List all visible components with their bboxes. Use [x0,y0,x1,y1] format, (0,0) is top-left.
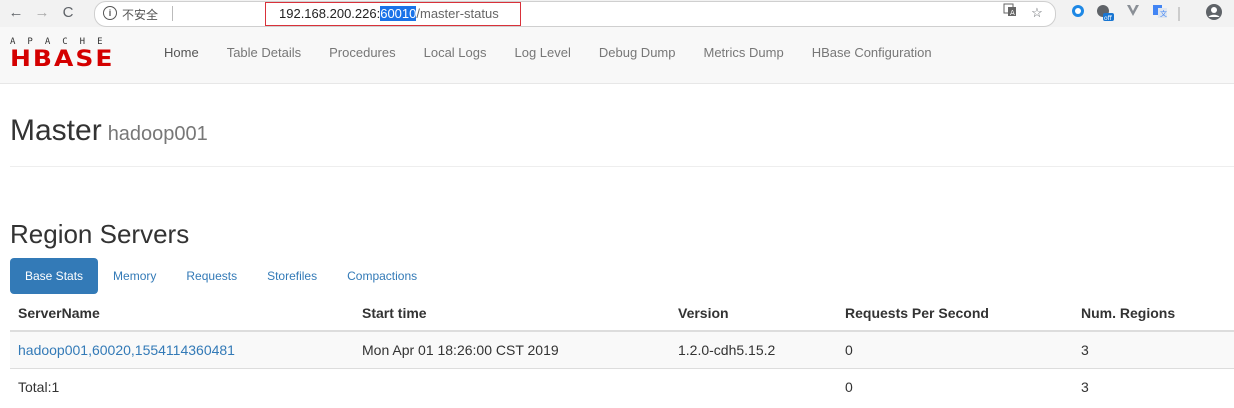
cell-version: 1.2.0-cdh5.15.2 [670,330,837,369]
tab-requests[interactable]: Requests [171,258,252,294]
star-icon[interactable]: ☆ [1027,3,1047,23]
page-title-text: Master [10,114,102,147]
reload-icon[interactable]: C [58,3,78,23]
nav-local-logs[interactable]: Local Logs [410,27,501,83]
nav-debug-dump[interactable]: Debug Dump [585,27,690,83]
translate-icon[interactable]: A [1000,3,1020,23]
info-icon[interactable]: i [103,6,117,20]
cell-empty [670,368,837,405]
browser-toolbar: ← → C i 不安全 192.168.200.226:60010/master… [0,0,1234,28]
col-version: Version [670,295,837,332]
cell-servername: hadoop001,60020,1554114360481 [10,330,354,369]
profile-icon[interactable] [1204,3,1224,23]
nav-hbase-configuration[interactable]: HBase Configuration [798,27,946,83]
cell-total-regions: 3 [1073,368,1234,405]
cell-regions: 3 [1073,330,1234,369]
table-header-row: ServerName Start time Version Requests P… [10,295,1234,332]
region-servers-table: ServerName Start time Version Requests P… [10,295,1234,405]
extension-icon[interactable] [1068,3,1088,23]
logo-hbase-text: HBASE [10,45,115,72]
toolbar-divider [1178,7,1180,21]
insecure-label[interactable]: 不安全 [122,6,158,23]
cell-total-rps: 0 [837,368,1073,405]
cell-start-time: Mon Apr 01 18:26:00 CST 2019 [354,330,670,369]
region-server-tabs: Base Stats Memory Requests Storefiles Co… [10,258,432,294]
google-translate-icon[interactable]: 文 [1150,3,1170,23]
url-host: 192.168.200.226: [279,6,381,21]
header-divider [10,166,1234,167]
table-total-row: Total:1 0 3 [10,368,1234,405]
col-num-regions: Num. Regions [1073,295,1234,332]
tab-memory[interactable]: Memory [98,258,171,294]
tab-storefiles[interactable]: Storefiles [252,258,332,294]
hbase-navbar: APACHE HBASE Home Table Details Procedur… [0,27,1234,84]
col-requests-per-second: Requests Per Second [837,295,1073,332]
google-off-icon[interactable]: off [1095,3,1115,23]
server-link[interactable]: hadoop001,60020,1554114360481 [18,342,235,358]
vue-extension-icon[interactable] [1123,3,1143,23]
nav-home[interactable]: Home [150,27,213,83]
col-servername: ServerName [10,295,354,332]
col-start-time: Start time [354,295,670,332]
cell-rps: 0 [837,330,1073,369]
nav-log-level[interactable]: Log Level [501,27,585,83]
back-arrow-icon[interactable]: ← [6,3,26,23]
forward-arrow-icon[interactable]: → [32,3,52,23]
cell-empty [354,368,670,405]
page-subtitle: hadoop001 [107,123,208,145]
svg-text:off: off [1104,15,1113,22]
nav-metrics-dump[interactable]: Metrics Dump [690,27,798,83]
address-bar[interactable]: i 不安全 192.168.200.226:60010/master-statu… [94,1,1056,27]
url-port-selected: 60010 [380,6,417,21]
url-path: /master-status [416,6,499,21]
url-text[interactable]: 192.168.200.226:60010/master-status [279,6,499,21]
page-title: Master hadoop001 [10,114,208,148]
nav-table-details[interactable]: Table Details [213,27,315,83]
svg-text:文: 文 [1160,9,1167,18]
address-separator [172,6,173,21]
tab-compactions[interactable]: Compactions [332,258,432,294]
nav-links: Home Table Details Procedures Local Logs… [150,27,946,83]
table-row: hadoop001,60020,1554114360481 Mon Apr 01… [10,330,1234,369]
region-servers-heading: Region Servers [10,219,190,249]
nav-procedures[interactable]: Procedures [315,27,409,83]
svg-text:A: A [1010,9,1015,17]
hbase-logo[interactable]: APACHE HBASE [10,37,138,73]
cell-total-label: Total:1 [10,368,354,405]
tab-base-stats[interactable]: Base Stats [10,258,99,294]
